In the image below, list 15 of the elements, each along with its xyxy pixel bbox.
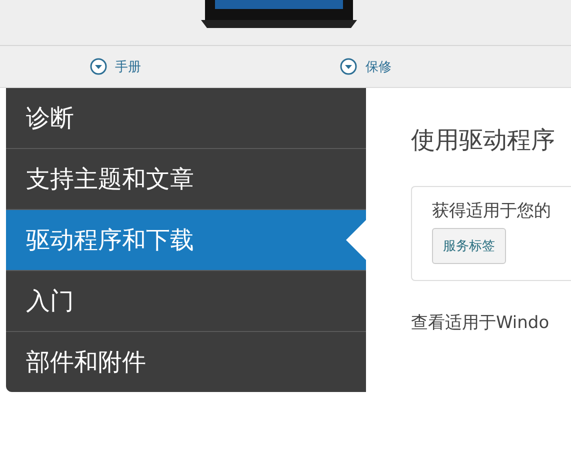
- sidebar-item[interactable]: 入门: [6, 271, 366, 332]
- link-label: 保修: [365, 58, 392, 76]
- sidebar-item[interactable]: 驱动程序和下载: [6, 210, 366, 271]
- notch-icon: [346, 220, 366, 260]
- sidebar-item[interactable]: 部件和附件: [6, 332, 366, 392]
- service-tag-button[interactable]: 服务标签: [432, 228, 506, 264]
- card-text: 获得适用于您的: [432, 200, 552, 222]
- sidebar-item[interactable]: 诊断: [6, 88, 366, 149]
- page-heading: 使用驱动程序: [411, 125, 556, 156]
- link[interactable]: 保修: [240, 46, 491, 87]
- link-label: 手册: [114, 58, 141, 76]
- link[interactable]: 手册: [0, 46, 240, 87]
- note-text: 查看适用于Windo: [411, 312, 550, 334]
- circle-down-icon: [90, 58, 107, 75]
- circle-down-icon: [340, 58, 358, 75]
